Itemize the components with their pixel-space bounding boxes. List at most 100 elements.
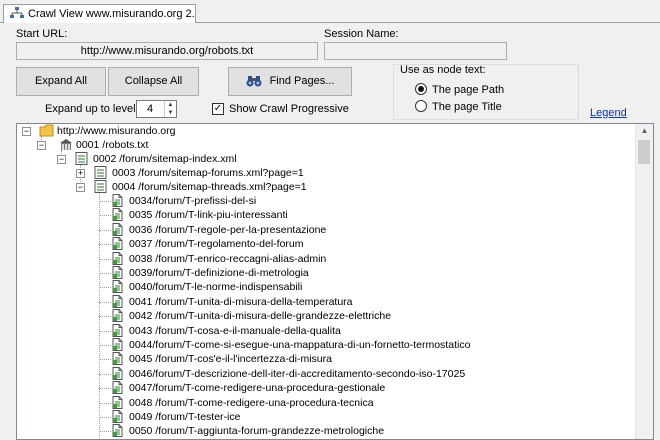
expand-level-spinner[interactable]: 4 ▲ ▼ <box>136 100 177 118</box>
tree-node-page[interactable]: 0049 /forum/T-tester-ice <box>112 410 241 424</box>
tree-node-label: 0039/forum/T-definizione-di-metrologia <box>129 267 309 279</box>
collapse-toggle-robots[interactable]: − <box>37 141 46 150</box>
node-text-title: Use as node text: <box>400 64 486 76</box>
scroll-up-icon[interactable]: ▲ <box>636 124 653 138</box>
tree-node-label: 0042 /forum/T-unita-di-misura-delle-gran… <box>129 310 392 323</box>
show-crawl-checkbox[interactable]: ✓ <box>212 103 224 115</box>
sitemap-file-icon <box>94 180 107 197</box>
binoculars-icon <box>246 71 262 98</box>
expand-all-button[interactable]: Expand All <box>16 67 106 96</box>
tree-node-label: 0043 /forum/T-cosa-e-il-manuale-della-qu… <box>129 324 341 337</box>
collapse-toggle-sitemap-threads[interactable]: − <box>76 183 85 192</box>
tree-node-label: 0040/forum/T-le-norme-indispensabili <box>129 281 303 294</box>
tree-scrollbar[interactable]: ▲ <box>635 124 653 439</box>
tree-node-label: 0036 /forum/T-regole-per-la-presentazion… <box>129 223 327 236</box>
tab-crawl-view[interactable]: Crawl View www.misurando.org 2... <box>3 4 196 23</box>
tree-node-label: 0003 /forum/sitemap-forums.xml?page=1 <box>112 167 304 179</box>
tree-line <box>99 373 111 375</box>
spin-down-icon[interactable]: ▼ <box>165 109 176 117</box>
tree-line <box>99 301 111 303</box>
legend-link[interactable]: Legend <box>590 107 627 119</box>
radio-page-path[interactable]: The page Path <box>415 83 505 96</box>
robots-file-icon <box>58 138 74 155</box>
tree-node-page[interactable]: 0038 /forum/T-enrico-reccagni-alias-admi… <box>112 251 327 266</box>
tree-line <box>99 258 111 260</box>
tree-node-label: 0035 /forum/T-link-piu-interessanti <box>129 209 288 222</box>
tree-node-label: 0002 /forum/sitemap-index.xml <box>93 153 237 165</box>
tree-node-label: 0048 /forum/T-come-redigere-una-procedur… <box>129 396 374 409</box>
collapse-toggle-sitemap-index[interactable]: − <box>57 155 66 164</box>
tree-node-label: 0050 /forum/T-aggiunta-forum-grandezze-m… <box>129 425 385 438</box>
session-name-label: Session Name: <box>324 28 399 40</box>
tree-node-label: 0046/forum/T-descrizione-dell-iter-di-ac… <box>129 367 466 380</box>
tree-node-label: 0037 /forum/T-regolamento-del-forum <box>129 238 304 251</box>
tree-node-page[interactable]: 0036 /forum/T-regole-per-la-presentazion… <box>112 222 327 237</box>
tree-node-label: 0041 /forum/T-unita-di-misura-della-temp… <box>129 295 353 308</box>
tree-node-robots[interactable]: 0001 /robots.txt <box>60 138 149 152</box>
expand-level-label: Expand up to level: <box>45 103 139 115</box>
tree-node-page[interactable]: 0034/forum/T-prefissi-del-si <box>112 194 257 208</box>
network-tree-icon <box>10 7 24 22</box>
tree-node-label: 0001 /robots.txt <box>76 139 149 151</box>
radio-page-title-dot[interactable] <box>415 100 427 112</box>
tree-node-label: 0045 /forum/T-cos'e-il-l'incertezza-di-m… <box>129 353 332 366</box>
collapse-toggle-root[interactable]: − <box>22 127 31 136</box>
tab-title: Crawl View www.misurando.org 2... <box>28 8 196 20</box>
collapse-all-button[interactable]: Collapse All <box>108 67 199 96</box>
expand-level-value: 4 <box>147 103 154 115</box>
session-name-field[interactable] <box>324 42 507 60</box>
tree-node-label: 0038 /forum/T-enrico-reccagni-alias-admi… <box>129 252 327 265</box>
tree-node-page[interactable]: 0046/forum/T-descrizione-dell-iter-di-ac… <box>112 366 466 381</box>
tree-node-label: http://www.misurando.org <box>57 125 176 137</box>
tree-node-root[interactable]: http://www.misurando.org <box>39 124 176 138</box>
tree-node-page[interactable]: 0044/forum/T-come-si-esegue-una-mappatur… <box>112 338 471 352</box>
tree-node-label: 0034/forum/T-prefissi-del-si <box>129 195 257 207</box>
spin-up-icon[interactable]: ▲ <box>165 101 176 109</box>
tree-node-page[interactable]: 0035 /forum/T-link-piu-interessanti <box>112 208 288 222</box>
radio-page-path-dot[interactable] <box>415 83 427 95</box>
tree-line <box>99 316 111 318</box>
tree-line <box>99 287 111 289</box>
tree-node-page[interactable]: 0048 /forum/T-come-redigere-una-procedur… <box>112 395 374 410</box>
tree-node-page[interactable]: 0045 /forum/T-cos'e-il-l'incertezza-di-m… <box>112 352 332 366</box>
tree-node-label: 0004 /forum/sitemap-threads.xml?page=1 <box>112 181 307 193</box>
tree-node-page[interactable]: 0040/forum/T-le-norme-indispensabili <box>112 280 303 294</box>
tree-node-page[interactable]: 0047/forum/T-come-redigere-una-procedura… <box>112 381 386 395</box>
start-url-label: Start URL: <box>16 28 68 40</box>
radio-page-title[interactable]: The page Title <box>415 100 502 113</box>
tree-node-sitemap-threads[interactable]: 0004 /forum/sitemap-threads.xml?page=1 <box>94 180 307 194</box>
start-url-field[interactable]: http://www.misurando.org/robots.txt <box>16 42 318 60</box>
tree-node-label: 0049 /forum/T-tester-ice <box>129 411 241 423</box>
folder-icon <box>39 124 55 141</box>
tree-node-page[interactable]: 0050 /forum/T-aggiunta-forum-grandezze-m… <box>112 424 385 438</box>
tree-node-page[interactable]: 0043 /forum/T-cosa-e-il-manuale-della-qu… <box>112 323 341 338</box>
node-text-group: Use as node text: The page Path The page… <box>393 64 579 120</box>
tree-node-sitemap-index[interactable]: 0002 /forum/sitemap-index.xml <box>75 152 237 166</box>
find-pages-label: Find Pages... <box>269 75 335 87</box>
tree-node-label: 0047/forum/T-come-redigere-una-procedura… <box>129 382 386 395</box>
scroll-thumb[interactable] <box>638 140 650 164</box>
tree-line <box>99 345 111 346</box>
tree-line <box>99 417 111 418</box>
sitemap-file-icon <box>75 152 88 169</box>
crawl-tree[interactable]: − http://www.misurando.org − 0001 /robot… <box>16 123 654 440</box>
tree-line <box>99 201 111 202</box>
expand-toggle-sitemap-forums[interactable]: + <box>76 169 85 178</box>
tree-line <box>99 244 111 246</box>
tree-line <box>99 402 111 404</box>
find-pages-button[interactable]: Find Pages... <box>228 67 352 96</box>
tree-line <box>99 431 111 433</box>
tree-node-page[interactable]: 0037 /forum/T-regolamento-del-forum <box>112 237 304 251</box>
tree-node-label: 0044/forum/T-come-si-esegue-una-mappatur… <box>129 339 471 351</box>
radio-page-path-label: The page Path <box>432 84 505 96</box>
tree-line <box>99 388 111 390</box>
tree-line <box>99 273 111 274</box>
tree-line <box>99 330 111 332</box>
tree-node-page[interactable]: 0042 /forum/T-unita-di-misura-delle-gran… <box>112 309 392 323</box>
tree-node-page[interactable]: 0039/forum/T-definizione-di-metrologia <box>112 266 309 280</box>
tree-line <box>99 359 111 361</box>
tree-node-sitemap-forums[interactable]: 0003 /forum/sitemap-forums.xml?page=1 <box>94 166 304 180</box>
tree-line <box>99 229 111 231</box>
tree-node-page[interactable]: 0041 /forum/T-unita-di-misura-della-temp… <box>112 294 353 309</box>
tab-strip: Crawl View www.misurando.org 2... <box>0 0 660 23</box>
